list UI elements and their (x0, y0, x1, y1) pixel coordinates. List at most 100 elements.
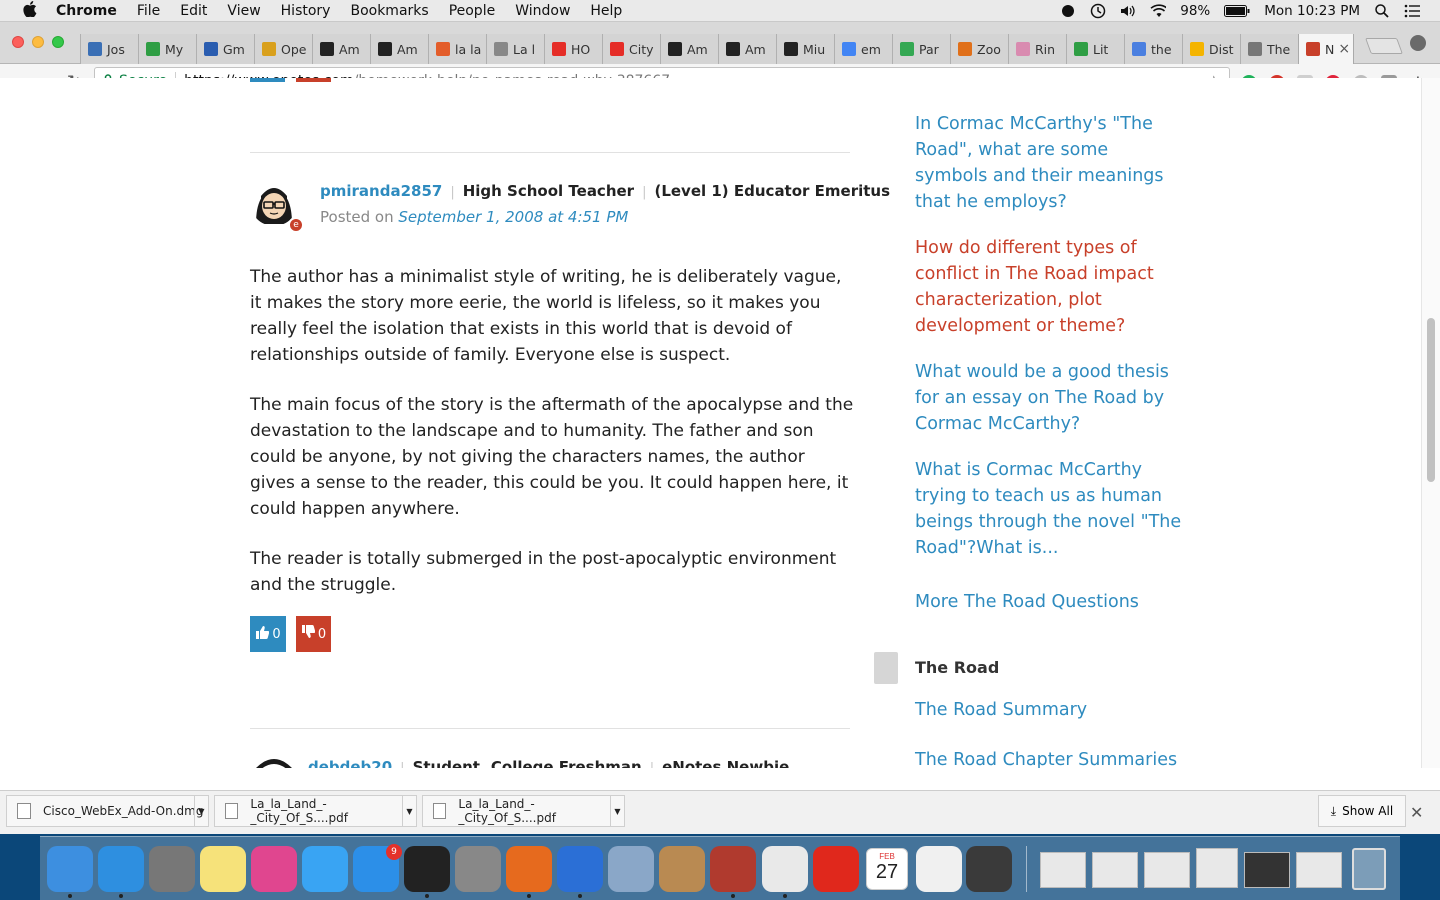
download-item[interactable]: La_la_Land_-_City_Of_S....pdf ▼ (422, 795, 625, 827)
menu-bookmarks[interactable]: Bookmarks (350, 3, 428, 19)
download-menu-caret-icon[interactable]: ▼ (402, 796, 416, 826)
window-maximize-button[interactable] (52, 36, 64, 48)
browser-tab[interactable]: HO (544, 34, 602, 64)
minimized-window-thumbnail[interactable] (1296, 852, 1342, 888)
calendar-dock-icon[interactable]: FEB 27 (866, 848, 908, 890)
new-tab-button[interactable] (1365, 38, 1403, 54)
page-scrollbar[interactable] (1421, 78, 1440, 768)
browser-tab[interactable]: Ope (254, 34, 312, 64)
status-circle-icon[interactable] (1060, 3, 1076, 19)
battery-icon[interactable] (1224, 3, 1250, 19)
trash-icon[interactable] (1352, 848, 1386, 890)
browser-tab[interactable]: La l (486, 34, 544, 64)
activity-monitor-dock-icon[interactable] (404, 846, 450, 892)
menu-view[interactable]: View (227, 3, 260, 19)
browser-tab[interactable]: Zoo (950, 34, 1008, 64)
downvote-button[interactable]: 0 (296, 616, 331, 652)
itunes-dock-icon[interactable] (251, 846, 297, 892)
browser-tab[interactable]: Gm (196, 34, 254, 64)
menu-file[interactable]: File (137, 3, 160, 19)
menu-bar-clock[interactable]: Mon 10:23 PM (1264, 3, 1360, 19)
menu-people[interactable]: People (449, 3, 496, 19)
browser-tab[interactable]: Am (718, 34, 776, 64)
sidebar-question-link[interactable]: In Cormac McCarthy's "The Road", what ar… (915, 111, 1185, 215)
contacts-dock-icon[interactable] (659, 846, 705, 892)
close-download-shelf-icon[interactable]: ✕ (1410, 803, 1423, 822)
amazon-icon (784, 42, 798, 56)
minimized-window-thumbnail[interactable] (1244, 852, 1290, 888)
browser-tab[interactable]: Dist (1182, 34, 1240, 64)
menu-app-name[interactable]: Chrome (56, 3, 117, 19)
tab-close-icon[interactable]: × (1338, 41, 1350, 57)
more-questions-link[interactable]: More The Road Questions (915, 589, 1185, 615)
chrome-dock-icon[interactable] (762, 846, 808, 892)
sidebar-book-link[interactable]: The Road Chapter Summaries (915, 747, 1185, 768)
notification-center-icon[interactable] (1404, 3, 1420, 19)
safari-dock-icon[interactable] (98, 846, 144, 892)
minimized-window-thumbnail[interactable] (1144, 852, 1190, 888)
browser-tab[interactable]: la la (428, 34, 486, 64)
sidebar-question-link[interactable]: What is Cormac McCarthy trying to teach … (915, 457, 1185, 561)
browser-tab[interactable]: City (602, 34, 660, 64)
word-dock-icon[interactable] (557, 846, 603, 892)
browser-tab[interactable]: Miu (776, 34, 834, 64)
system-preferences-dock-icon[interactable] (455, 846, 501, 892)
sidebar-book-link[interactable]: The Road Summary (915, 697, 1185, 723)
preview-dock-icon[interactable] (608, 846, 654, 892)
battery-percent[interactable]: 98% (1180, 3, 1210, 19)
sidebar-question-link[interactable]: How do different types of conflict in Th… (915, 235, 1185, 339)
spotlight-search-icon[interactable] (1374, 3, 1390, 19)
browser-tab[interactable]: the (1124, 34, 1182, 64)
show-all-downloads-button[interactable]: ⤓ Show All (1318, 795, 1406, 827)
apple-menu-icon[interactable] (20, 0, 40, 21)
acrobat-dock-icon[interactable] (813, 846, 859, 892)
messages-dock-icon[interactable] (302, 846, 348, 892)
menu-history[interactable]: History (281, 3, 331, 19)
browser-tab[interactable]: The (1240, 34, 1298, 64)
avatar[interactable] (250, 754, 298, 768)
photo-booth-dock-icon[interactable] (710, 846, 756, 892)
browser-tab[interactable]: Am (660, 34, 718, 64)
browser-tab[interactable]: Am (312, 34, 370, 64)
author-username[interactable]: debdeb20 (308, 758, 392, 768)
download-item[interactable]: Cisco_WebEx_Add-On.dmg ▼ (6, 795, 209, 827)
window-close-button[interactable] (12, 36, 24, 48)
upvote-button[interactable]: 0 (250, 616, 286, 652)
robot-dock-icon[interactable] (916, 846, 962, 892)
firefox-dock-icon[interactable] (506, 846, 552, 892)
minimized-window-thumbnail[interactable] (1196, 848, 1238, 888)
volume-icon[interactable] (1120, 3, 1136, 19)
minimized-window-thumbnail[interactable] (1092, 852, 1138, 888)
browser-tab[interactable]: Rin (1008, 34, 1066, 64)
download-menu-caret-icon[interactable]: ▼ (610, 796, 624, 826)
time-machine-icon[interactable] (1090, 3, 1106, 19)
minimized-window-thumbnail[interactable] (1040, 852, 1086, 888)
previous-downvote-button[interactable] (296, 78, 331, 82)
browser-tab[interactable]: em (834, 34, 892, 64)
browser-tab[interactable]: Am (370, 34, 428, 64)
browser-tab[interactable]: N × (1298, 34, 1354, 64)
scrollbar-thumb[interactable] (1427, 318, 1435, 482)
posted-date[interactable]: September 1, 2008 at 4:51 PM (398, 208, 628, 226)
browser-tab[interactable]: Par (892, 34, 950, 64)
window-minimize-button[interactable] (32, 36, 44, 48)
calculator-dock-icon[interactable] (149, 846, 195, 892)
finder-dock-icon[interactable] (47, 846, 93, 892)
author-username[interactable]: pmiranda2857 (320, 182, 442, 200)
browser-tab[interactable]: My (138, 34, 196, 64)
download-menu-caret-icon[interactable]: ▼ (194, 796, 208, 826)
sidebar-question-link[interactable]: What would be a good thesis for an essay… (915, 359, 1185, 437)
profile-icon[interactable] (1410, 35, 1426, 51)
menu-edit[interactable]: Edit (180, 3, 207, 19)
notes-dock-icon[interactable] (200, 846, 246, 892)
menu-window[interactable]: Window (515, 3, 570, 19)
browser-tab[interactable]: Jos (80, 34, 138, 64)
download-shelf: Cisco_WebEx_Add-On.dmg ▼ La_la_Land_-_Ci… (0, 790, 1440, 834)
app-store-badge: 9 (386, 844, 402, 860)
menu-help[interactable]: Help (590, 3, 622, 19)
browser-tab[interactable]: Lit (1066, 34, 1124, 64)
wifi-icon[interactable] (1150, 3, 1167, 19)
download-item[interactable]: La_la_Land_-_City_Of_S....pdf ▼ (214, 795, 417, 827)
printer-dock-icon[interactable] (966, 846, 1012, 892)
previous-upvote-button[interactable] (250, 78, 285, 82)
